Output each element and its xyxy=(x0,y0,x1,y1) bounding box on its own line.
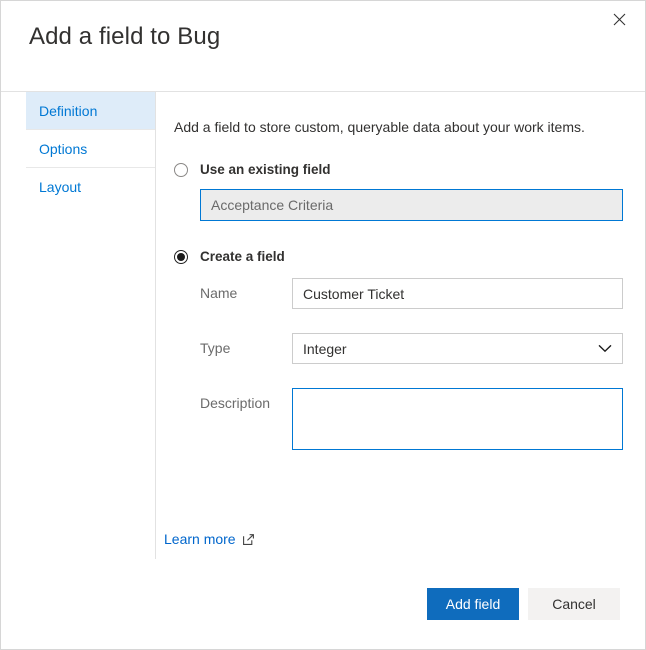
tab-definition[interactable]: Definition xyxy=(26,92,155,130)
add-field-dialog: Add a field to Bug Definition Options La… xyxy=(0,0,646,650)
type-row: Type Integer xyxy=(200,333,623,364)
page-title: Add a field to Bug xyxy=(29,23,221,50)
type-select[interactable]: Integer xyxy=(292,333,623,364)
description-row: Description xyxy=(200,388,623,450)
create-field-form: Name Type Integer Description xyxy=(200,278,623,450)
radio-create-field-label: Create a field xyxy=(200,249,285,264)
radio-unchecked-icon xyxy=(174,162,188,177)
close-button[interactable] xyxy=(603,3,635,35)
chevron-down-icon xyxy=(598,344,612,353)
cancel-button[interactable]: Cancel xyxy=(528,588,620,620)
tab-layout-label: Layout xyxy=(39,179,82,195)
type-label: Type xyxy=(200,340,231,356)
tab-options-label: Options xyxy=(39,140,88,157)
definition-panel: Add a field to store custom, queryable d… xyxy=(156,92,645,559)
radio-checked-icon xyxy=(174,249,188,264)
dialog-footer: Add field Cancel xyxy=(1,559,645,649)
external-link-icon xyxy=(242,533,254,545)
radio-use-existing-field-label: Use an existing field xyxy=(200,162,331,177)
name-input[interactable] xyxy=(292,278,623,309)
description-textarea[interactable] xyxy=(292,388,623,450)
learn-more-link[interactable]: Learn more xyxy=(164,531,254,547)
radio-use-existing-field[interactable]: Use an existing field xyxy=(174,162,623,177)
dialog-header: Add a field to Bug xyxy=(1,1,645,91)
existing-field-value: Acceptance Criteria xyxy=(211,197,334,213)
radio-create-field[interactable]: Create a field xyxy=(174,249,623,264)
description-label: Description xyxy=(200,395,271,411)
dialog-body: Definition Options Layout Add a field to… xyxy=(1,91,645,559)
pivot-nav: Definition Options Layout xyxy=(26,92,156,559)
learn-more-label: Learn more xyxy=(164,531,236,547)
intro-text: Add a field to store custom, queryable d… xyxy=(174,119,585,135)
add-field-button[interactable]: Add field xyxy=(427,588,519,620)
close-icon xyxy=(613,13,625,25)
name-row: Name xyxy=(200,278,623,309)
tab-layout[interactable]: Layout xyxy=(26,168,155,206)
tab-definition-label: Definition xyxy=(39,102,98,119)
name-label: Name xyxy=(200,285,238,301)
type-select-value: Integer xyxy=(303,340,347,357)
existing-field-combobox[interactable]: Acceptance Criteria xyxy=(200,189,623,221)
tab-options[interactable]: Options xyxy=(26,130,155,168)
